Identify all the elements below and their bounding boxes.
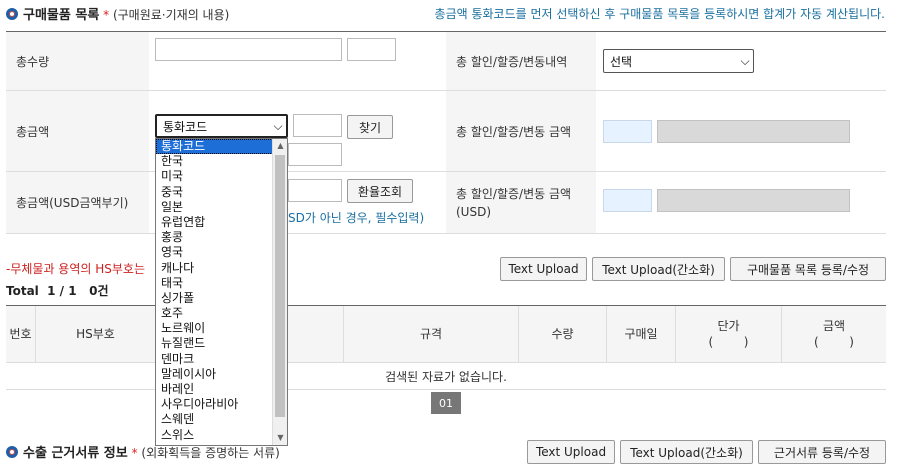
empty-row: 검색된 자료가 없습니다. (6, 362, 886, 390)
discount-amount-value (657, 120, 850, 143)
currency-option[interactable]: 노르웨이 (156, 321, 287, 336)
currency-option[interactable]: 통화코드 (156, 139, 287, 155)
total-amount-label: 총금액 (6, 91, 149, 171)
total-qty-label: 총수량 (6, 32, 149, 90)
discount-label: 총 할인/할증/변동내역 (446, 32, 596, 90)
currency-option[interactable]: 스웨덴 (156, 412, 287, 427)
currency-option[interactable]: 중국 (156, 185, 287, 200)
scroll-up-icon[interactable]: ▲ (273, 139, 287, 153)
text-upload-simple-button[interactable]: Text Upload(간소화) (592, 257, 725, 281)
discount-usd-code (603, 189, 652, 212)
register-docs-button[interactable]: 근거서류 등록/수정 (758, 440, 886, 464)
items-grid: 번호 HS부호 규격 수량 구매일 단가 ( ) 금액 ( ) 검색된 자료가 … (6, 305, 886, 390)
currency-option[interactable]: 스위스 (156, 428, 287, 443)
register-items-button[interactable]: 구매물품 목록 등록/수정 (730, 257, 886, 281)
section-bullet-icon (6, 446, 18, 458)
page-button[interactable]: 01 (431, 392, 461, 414)
col-header-spec: 규격 (344, 306, 519, 362)
col-header-qty: 수량 (519, 306, 607, 362)
currency-option[interactable]: 유럽연합 (156, 215, 287, 230)
auto-calc-note: 총금액 통화코드를 먼저 선택하신 후 구매물품 목록을 등록하시면 합계가 자… (434, 7, 885, 21)
total-count: Total 1 / 1 0건 (6, 284, 109, 298)
currency-option[interactable]: 캐나다 (156, 261, 287, 276)
currency-option[interactable]: 바레인 (156, 382, 287, 397)
currency-option[interactable]: 한국 (156, 154, 287, 169)
total-qty-unit-input[interactable] (347, 38, 396, 61)
discount-usd-value (657, 189, 850, 212)
discount-usd-label: 총 할인/할증/변동 금액 (USD) (446, 172, 596, 233)
currency-code-input[interactable] (293, 114, 342, 137)
usd-amount-input[interactable] (288, 179, 342, 202)
exchange-rate-button[interactable]: 환율조회 (347, 179, 413, 203)
purchase-summary-form: 총수량 총 할인/할증/변동내역 선택 ⌵ 총금액 통화코드 ⌵ 찾기 총 할인/할… (6, 31, 886, 234)
col-header-date: 구매일 (607, 306, 676, 362)
currency-dropdown-list[interactable]: 통화코드 한국 미국 중국 일본 유럽연합 홍콩 영국 캐나다 태국 싱가폴 호주 노르웨이 뉴질랜드 덴마… (155, 138, 288, 446)
currency-option[interactable]: 태국 (156, 276, 287, 291)
scroll-down-icon[interactable]: ▼ (273, 431, 287, 445)
col-header-amount: 금액 ( ) (782, 306, 886, 362)
required-mark: * (131, 446, 138, 460)
currency-select[interactable]: 통화코드 ⌵ (155, 114, 288, 138)
total-qty-input[interactable] (155, 38, 342, 61)
discount-amount-label: 총 할인/할증/변동 금액 (446, 91, 596, 171)
currency-option[interactable]: 일본 (156, 200, 287, 215)
find-button[interactable]: 찾기 (347, 115, 393, 139)
currency-option[interactable]: 사우디아라비아 (156, 397, 287, 412)
row-usd: 총금액(USD금액부기) 환율조회 SD가 아닌 경우, 필수입력) 총 할인/… (6, 172, 886, 234)
section-subtitle: (구매원료·기재의 내용) (112, 8, 230, 22)
total-amount-input[interactable] (288, 143, 342, 166)
currency-option[interactable]: 미국 (156, 169, 287, 184)
discount-amount-code (603, 120, 652, 143)
usd-label: 총금액(USD금액부기) (6, 172, 149, 233)
currency-option[interactable]: 싱가폴 (156, 291, 287, 306)
dropdown-scrollbar[interactable]: ▲ ▼ (272, 139, 287, 445)
currency-option[interactable]: 호주 (156, 306, 287, 321)
col-header-hs: HS부호 (36, 306, 156, 362)
discount-select[interactable]: 선택 ⌵ (603, 49, 754, 73)
currency-option[interactable]: 덴마크 (156, 352, 287, 367)
currency-option[interactable]: 영국 (156, 245, 287, 260)
row-total-amount: 총금액 통화코드 ⌵ 찾기 총 할인/할증/변동 금액 (6, 91, 886, 172)
scroll-thumb[interactable] (275, 155, 285, 417)
currency-option[interactable]: 홍콩 (156, 230, 287, 245)
chevron-down-icon: ⌵ (273, 118, 283, 133)
currency-options: 통화코드 한국 미국 중국 일본 유럽연합 홍콩 영국 캐나다 태국 싱가폴 호주 노르웨이 뉴질랜드 덴마… (156, 139, 287, 443)
currency-option[interactable]: 말레이시아 (156, 367, 287, 382)
col-header-no: 번호 (6, 306, 36, 362)
text-upload-button-2[interactable]: Text Upload (527, 440, 615, 464)
text-upload-simple-button-2[interactable]: Text Upload(간소화) (620, 440, 753, 464)
hs-note: -무체물과 용역의 HS부호는 (6, 262, 146, 276)
text-upload-button[interactable]: Text Upload (500, 257, 587, 281)
required-mark: * (103, 8, 110, 22)
chevron-down-icon: ⌵ (740, 53, 750, 68)
col-header-unit-price: 단가 ( ) (676, 306, 782, 362)
row-total-qty: 총수량 총 할인/할증/변동내역 선택 ⌵ (6, 32, 886, 91)
currency-option[interactable]: 뉴질랜드 (156, 336, 287, 351)
usd-hint: SD가 아닌 경우, 필수입력) (288, 211, 425, 225)
section-title: 구매물품 목록 * (구매원료·기재의 내용) (6, 4, 229, 23)
section-bullet-icon (6, 8, 18, 20)
